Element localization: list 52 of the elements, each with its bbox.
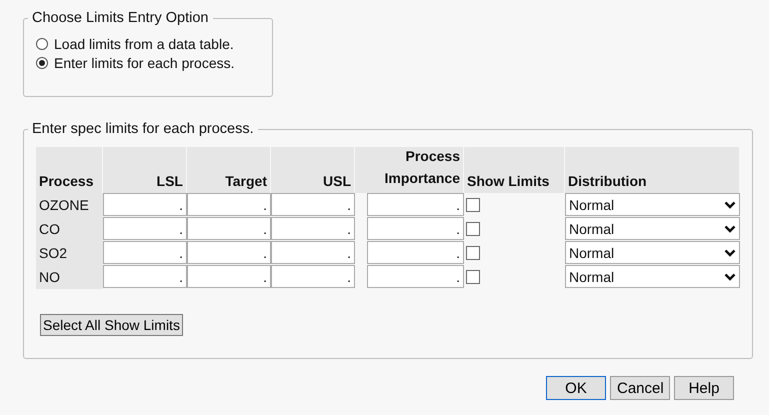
target-field[interactable]: . xyxy=(187,241,271,264)
distribution-dropdown[interactable]: Normal xyxy=(565,265,740,288)
column-header: Process xyxy=(36,147,103,193)
radio-label: Load limits from a data table. xyxy=(54,36,234,52)
distribution-dropdown[interactable]: Normal xyxy=(565,241,740,264)
lsl-field[interactable]: . xyxy=(103,217,187,240)
group-title: Choose Limits Entry Option xyxy=(31,10,210,26)
select-all-button[interactable]: Select All Show Limits xyxy=(40,314,183,336)
checkbox[interactable] xyxy=(466,246,480,260)
process-cell: CO xyxy=(36,217,103,241)
process-cell: NO xyxy=(36,265,103,289)
dialog-button[interactable]: Help xyxy=(674,376,734,400)
chevron-down-icon xyxy=(724,272,736,280)
radio-label: Enter limits for each process. xyxy=(54,54,235,70)
distribution-dropdown[interactable]: Normal xyxy=(565,193,740,216)
usl-field[interactable]: . xyxy=(271,217,355,240)
lsl-field[interactable]: . xyxy=(103,241,187,264)
column-header: Show Limits xyxy=(464,147,565,193)
column-header: Distribution xyxy=(565,147,740,193)
target-field[interactable]: . xyxy=(187,265,271,288)
target-field[interactable]: . xyxy=(187,217,271,240)
group-title: Enter spec limits for each process. xyxy=(31,121,255,137)
chevron-down-icon xyxy=(724,224,736,232)
importance-field[interactable]: . xyxy=(367,217,464,240)
checkbox[interactable] xyxy=(466,222,480,236)
usl-field[interactable]: . xyxy=(271,265,355,288)
importance-field[interactable]: . xyxy=(367,193,464,216)
dialog-button[interactable]: Cancel xyxy=(610,376,670,400)
column-header: Target xyxy=(187,147,271,193)
target-field[interactable]: . xyxy=(187,193,271,216)
checkbox[interactable] xyxy=(466,270,480,284)
radio-button[interactable] xyxy=(36,38,48,50)
checkbox[interactable] xyxy=(466,198,480,212)
importance-field[interactable]: . xyxy=(367,265,464,288)
usl-field[interactable]: . xyxy=(271,193,355,216)
chevron-down-icon xyxy=(724,248,736,256)
process-cell: SO2 xyxy=(36,241,103,265)
distribution-dropdown[interactable]: Normal xyxy=(565,217,740,240)
header-background xyxy=(355,147,367,193)
radio-option[interactable]: Enter limits for each process. xyxy=(36,53,272,72)
column-header: USL xyxy=(271,147,355,193)
usl-field[interactable]: . xyxy=(271,241,355,264)
chevron-down-icon xyxy=(724,200,736,208)
radio-option[interactable]: Load limits from a data table. xyxy=(36,34,272,53)
dialog-button[interactable]: OK xyxy=(546,376,606,400)
lsl-field[interactable]: . xyxy=(103,265,187,288)
lsl-field[interactable]: . xyxy=(103,193,187,216)
importance-field[interactable]: . xyxy=(367,241,464,264)
column-header: Process Importance xyxy=(367,147,464,193)
radio-button[interactable] xyxy=(36,56,48,68)
column-header: LSL xyxy=(103,147,187,193)
process-cell: OZONE xyxy=(36,193,103,217)
